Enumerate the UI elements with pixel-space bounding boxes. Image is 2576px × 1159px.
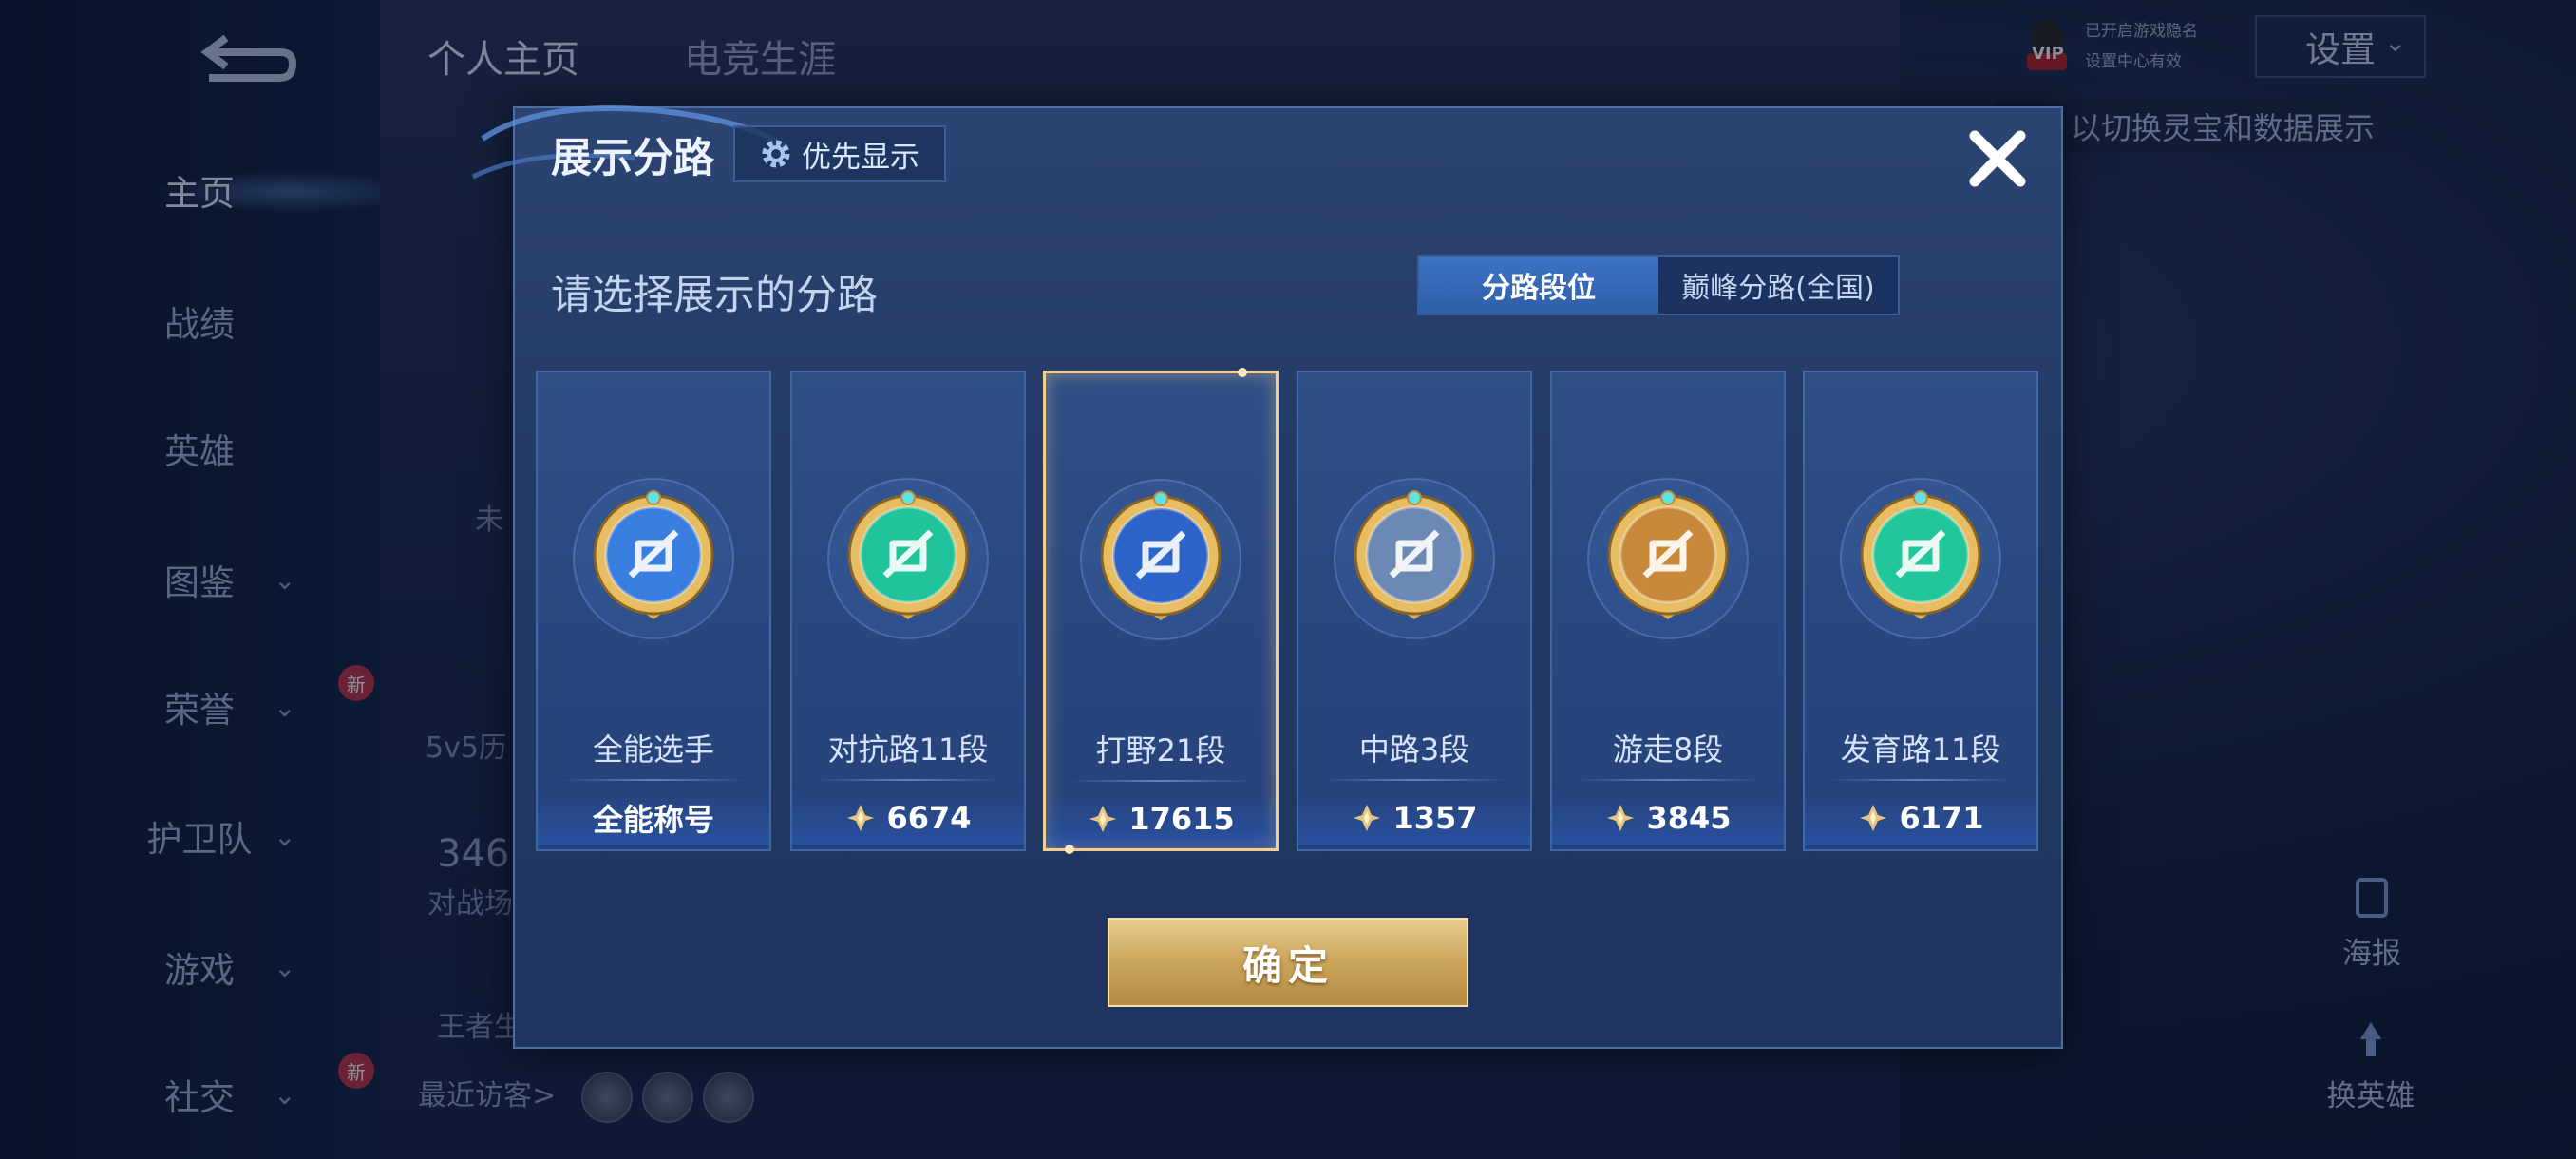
lane-rank-label: 游走8段 <box>1612 732 1724 768</box>
lane-card[interactable]: 对抗路11段 6674 <box>790 370 1026 851</box>
close-button[interactable] <box>1957 118 2038 200</box>
dialog-title: 展示分路 <box>551 135 714 182</box>
lane-rank-label: 发育路11段 <box>1840 732 2001 768</box>
lane-score-value: 6171 <box>1899 800 1984 836</box>
lane-score-value: 3845 <box>1646 800 1732 836</box>
lane-score: 6171 <box>1805 790 2036 846</box>
rank-points-icon <box>1607 805 1635 831</box>
lane-card[interactable]: 中路3段 1357 <box>1297 370 1532 851</box>
lane-card[interactable]: 全能选手 全能称号 <box>536 370 771 851</box>
lane-score: 17615 <box>1046 791 1276 846</box>
tab-lane-rank[interactable]: 分路段位 <box>1419 256 1658 314</box>
jungle-icon <box>1080 479 1241 640</box>
lane-card[interactable]: 发育路11段 6171 <box>1803 370 2038 851</box>
card-divider <box>815 779 1001 781</box>
mid-lane-icon <box>1334 478 1495 639</box>
farm-lane-icon <box>1840 478 2001 639</box>
lane-rank-label: 全能选手 <box>592 732 714 768</box>
lane-card[interactable]: 打野21段 17615 <box>1043 368 1279 854</box>
lane-score-value: 1357 <box>1392 800 1478 836</box>
rank-points-icon <box>847 805 875 831</box>
lane-rank-label: 对抗路11段 <box>827 732 989 768</box>
tab-peak-lane-national[interactable]: 巅峰分路(全国) <box>1658 256 1898 314</box>
rank-points-icon <box>1860 805 1887 831</box>
card-divider <box>1321 779 1507 781</box>
gear-icon <box>762 140 790 168</box>
card-divider <box>1828 779 2014 781</box>
rank-points-icon <box>1354 805 1381 831</box>
lane-rank-label: 打野21段 <box>1095 732 1226 769</box>
rank-points-icon <box>1089 806 1117 832</box>
lane-mode-toggle: 分路段位 巅峰分路(全国) <box>1417 255 1900 315</box>
confirm-button[interactable]: 确定 <box>1108 918 1468 1007</box>
dialog-subtitle: 请选择展示的分路 <box>551 272 878 319</box>
lane-card[interactable]: 游走8段 3845 <box>1550 370 1786 851</box>
lane-rank-label: 中路3段 <box>1358 732 1470 768</box>
card-divider <box>1069 780 1253 782</box>
lane-score-value: 6674 <box>886 800 972 836</box>
lane-score: 全能称号 <box>538 790 769 846</box>
lane-score-value: 全能称号 <box>592 802 714 838</box>
card-divider <box>560 779 747 781</box>
lane-score: 6674 <box>792 790 1024 846</box>
selection-dot <box>1238 368 1247 377</box>
confirm-label: 确定 <box>1241 941 1334 989</box>
lane-score: 1357 <box>1298 790 1530 846</box>
close-icon <box>1969 130 2026 187</box>
lane-score-value: 17615 <box>1128 801 1235 837</box>
card-divider <box>1575 779 1761 781</box>
roam-icon <box>1587 478 1749 639</box>
priority-display-label: 优先显示 <box>802 140 919 175</box>
lane-score: 3845 <box>1552 790 1784 846</box>
all-round-icon <box>573 478 734 639</box>
clash-lane-icon <box>827 478 989 639</box>
selection-dot <box>1065 845 1074 854</box>
priority-display-button[interactable]: 优先显示 <box>733 125 946 182</box>
